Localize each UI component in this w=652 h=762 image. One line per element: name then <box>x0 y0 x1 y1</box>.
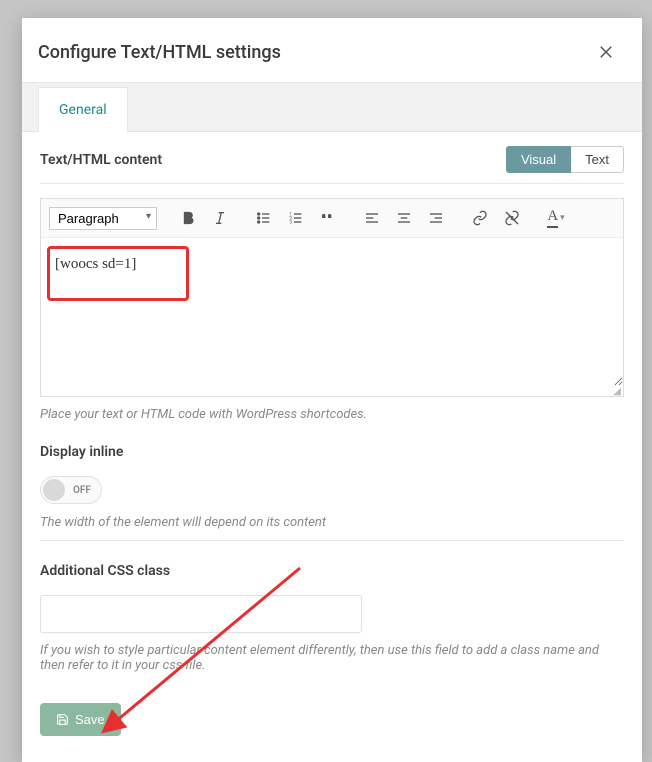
editor-mode-toggle: Visual Text <box>506 146 624 173</box>
align-center-button[interactable] <box>391 205 417 231</box>
link-button[interactable] <box>467 205 493 231</box>
italic-icon <box>212 210 228 226</box>
numbered-list-icon: 123 <box>288 210 304 226</box>
close-button[interactable] <box>594 40 618 64</box>
bullet-list-button[interactable] <box>251 205 277 231</box>
content-help-text: Place your text or HTML code with WordPr… <box>40 407 624 422</box>
tab-general[interactable]: General <box>38 87 128 132</box>
bold-icon <box>180 210 196 226</box>
svg-text:3: 3 <box>289 219 292 225</box>
visual-toggle[interactable]: Visual <box>506 146 571 173</box>
bullet-list-icon <box>256 210 272 226</box>
display-inline-help: The width of the element will depend on … <box>40 515 624 530</box>
unlink-icon <box>504 210 520 226</box>
align-right-button[interactable] <box>423 205 449 231</box>
align-left-icon <box>364 210 380 226</box>
modal-header: Configure Text/HTML settings <box>22 18 642 82</box>
numbered-list-button[interactable]: 123 <box>283 205 309 231</box>
align-center-icon <box>396 210 412 226</box>
display-inline-toggle[interactable]: OFF <box>40 476 102 504</box>
link-icon <box>472 210 488 226</box>
display-inline-title: Display inline <box>40 444 624 460</box>
save-icon <box>56 713 69 726</box>
format-select-wrap: Paragraph <box>49 207 157 230</box>
rich-text-editor: Paragraph 123 A ▾ <box>40 198 624 397</box>
blockquote-button[interactable] <box>315 205 341 231</box>
text-color-icon: A <box>547 208 558 228</box>
close-icon <box>597 43 615 61</box>
toggle-state-label: OFF <box>73 485 91 496</box>
resize-handle[interactable]: ◢ <box>41 386 623 396</box>
blockquote-icon <box>320 210 336 226</box>
css-class-input[interactable] <box>40 595 362 633</box>
text-color-button[interactable]: A ▾ <box>543 205 569 231</box>
content-section-header: Text/HTML content Visual Text <box>40 146 624 184</box>
editor-toolbar: Paragraph 123 A ▾ <box>41 199 623 238</box>
unlink-button[interactable] <box>499 205 525 231</box>
content-label: Text/HTML content <box>40 152 162 168</box>
align-right-icon <box>428 210 444 226</box>
align-left-button[interactable] <box>359 205 385 231</box>
format-select[interactable]: Paragraph <box>49 207 157 230</box>
css-class-help: If you wish to style particular content … <box>40 643 624 673</box>
tabs-bar: General <box>22 82 642 132</box>
editor-textarea[interactable]: [woocs sd=1] <box>41 238 623 386</box>
display-inline-section: Display inline OFF The width of the elem… <box>40 444 624 541</box>
settings-modal: Configure Text/HTML settings General Tex… <box>22 18 642 762</box>
text-toggle[interactable]: Text <box>571 146 624 173</box>
save-button-label: Save <box>75 712 105 727</box>
save-button[interactable]: Save <box>40 703 121 736</box>
modal-body: Text/HTML content Visual Text Paragraph … <box>22 132 642 762</box>
modal-title: Configure Text/HTML settings <box>38 42 281 63</box>
bold-button[interactable] <box>175 205 201 231</box>
css-class-section: Additional CSS class If you wish to styl… <box>40 563 624 683</box>
italic-button[interactable] <box>207 205 233 231</box>
toggle-knob <box>43 479 65 501</box>
chevron-down-icon: ▾ <box>560 213 565 223</box>
css-class-title: Additional CSS class <box>40 563 624 579</box>
